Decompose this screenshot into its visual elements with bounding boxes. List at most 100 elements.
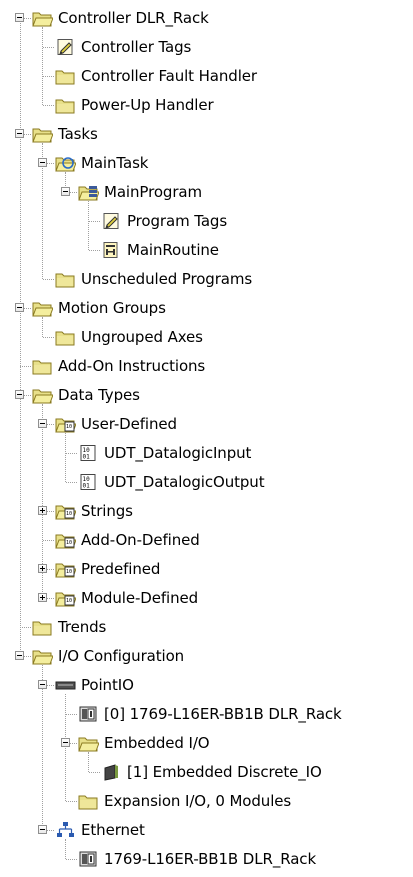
- svg-text:01: 01: [83, 453, 91, 460]
- expand-toggle[interactable]: [38, 564, 47, 573]
- tree-connector-line: [89, 771, 100, 773]
- tree-node[interactable]: Controller DLR_Rack: [32, 3, 209, 32]
- collapse-toggle[interactable]: [38, 419, 47, 428]
- tree-connector-line: [66, 858, 77, 860]
- tree-node-label: Expansion I/O, 0 Modules: [104, 791, 292, 810]
- collapse-toggle[interactable]: [15, 390, 24, 399]
- tree-connector-line: [65, 432, 66, 482]
- tree-node[interactable]: 10 Module-Defined: [55, 583, 198, 612]
- tree-node[interactable]: Ethernet: [55, 815, 145, 844]
- collapse-toggle[interactable]: [61, 187, 70, 196]
- tree-node[interactable]: 1769-L16ER-BB1B DLR_Rack: [78, 844, 316, 873]
- tree-node[interactable]: Expansion I/O, 0 Modules: [78, 786, 291, 815]
- tree-node[interactable]: 10 01 UDT_DatalogicInput: [78, 438, 251, 467]
- routine-icon: [101, 241, 122, 259]
- tree-node-label: I/O Configuration: [58, 646, 185, 665]
- tree-connector-line: [42, 664, 43, 830]
- tree-node[interactable]: [1] Embedded Discrete_IO: [101, 757, 322, 786]
- datatype-folder-icon: 10: [55, 589, 76, 607]
- tree-node[interactable]: Motion Groups: [32, 293, 166, 322]
- tree-node[interactable]: Add-On Instructions: [32, 351, 205, 380]
- folder-icon: [32, 357, 53, 375]
- tree-node[interactable]: Unscheduled Programs: [55, 264, 252, 293]
- tree-node[interactable]: I/O Configuration: [32, 641, 184, 670]
- tree-node-label: User-Defined: [81, 414, 177, 433]
- collapse-toggle[interactable]: [15, 303, 24, 312]
- tree-node-label: Add-On Instructions: [58, 356, 206, 375]
- tree-node-label: MainRoutine: [127, 240, 219, 259]
- tree-node[interactable]: Controller Fault Handler: [55, 61, 257, 90]
- tree-node[interactable]: 10 Add-On-Defined: [55, 525, 200, 554]
- tree-node[interactable]: 10 Strings: [55, 496, 133, 525]
- tree-node[interactable]: Program Tags: [101, 206, 227, 235]
- tree-node[interactable]: MainTask: [55, 148, 148, 177]
- tree-node[interactable]: 10 Predefined: [55, 554, 160, 583]
- folder-icon: [55, 270, 76, 288]
- tree-node[interactable]: Controller Tags: [55, 32, 191, 61]
- tree-node-label: Tasks: [58, 124, 98, 143]
- collapse-toggle[interactable]: [38, 680, 47, 689]
- svg-text:10: 10: [66, 540, 72, 546]
- tree-node-label: Program Tags: [127, 211, 228, 230]
- expand-toggle[interactable]: [38, 593, 47, 602]
- backplane-icon: [55, 676, 76, 694]
- tree-node[interactable]: MainProgram: [78, 177, 202, 206]
- tree-node[interactable]: Ungrouped Axes: [55, 322, 203, 351]
- tree-node[interactable]: Trends: [32, 612, 106, 641]
- tree-node-label: Strings: [81, 501, 133, 520]
- ethernet-icon: [55, 821, 76, 839]
- tree-connector-line: [43, 75, 54, 77]
- datatype-folder-icon: 10: [55, 502, 76, 520]
- folder-icon: [78, 792, 99, 810]
- folder-icon: [55, 96, 76, 114]
- collapse-toggle[interactable]: [61, 738, 70, 747]
- tree-connector-line: [89, 220, 100, 222]
- tree-node[interactable]: 10 User-Defined: [55, 409, 177, 438]
- tags-icon: [101, 212, 122, 230]
- tree-node[interactable]: Embedded I/O: [78, 728, 210, 757]
- tree-node[interactable]: MainRoutine: [101, 235, 219, 264]
- collapse-toggle[interactable]: [38, 158, 47, 167]
- tree-node[interactable]: PointIO: [55, 670, 134, 699]
- tree-connector-line: [66, 800, 77, 802]
- svg-text:10: 10: [66, 598, 72, 604]
- tree-connector-line: [65, 693, 66, 801]
- controller-organizer-tree: Controller DLR_Rack Controller Tags Contro…: [0, 0, 413, 877]
- collapse-toggle[interactable]: [38, 825, 47, 834]
- collapse-toggle[interactable]: [15, 13, 24, 22]
- tree-node[interactable]: 10 01 UDT_DatalogicOutput: [78, 467, 265, 496]
- folder-open-icon: [32, 647, 53, 665]
- datatype-folder-icon: 10: [55, 415, 76, 433]
- datatype-folder-icon: 10: [55, 531, 76, 549]
- tree-node-label: Motion Groups: [58, 298, 166, 317]
- collapse-toggle[interactable]: [15, 129, 24, 138]
- tree-node[interactable]: Data Types: [32, 380, 140, 409]
- tree-node[interactable]: [0] 1769-L16ER-BB1B DLR_Rack: [78, 699, 342, 728]
- tree-node-label: Controller Tags: [81, 37, 192, 56]
- tree-connector-line: [66, 481, 77, 483]
- tree-connector-line: [43, 104, 54, 106]
- tree-connector-line: [43, 539, 54, 541]
- tree-connector-line: [20, 17, 21, 656]
- tree-connector-line: [42, 26, 43, 105]
- tree-node-label: Ungrouped Axes: [81, 327, 203, 346]
- tree-node-label: Predefined: [81, 559, 161, 578]
- discrete-io-icon: [101, 763, 122, 781]
- tree-node-label: Power-Up Handler: [81, 95, 214, 114]
- expand-toggle[interactable]: [38, 506, 47, 515]
- folder-open-icon: [32, 125, 53, 143]
- tree-node-label: [0] 1769-L16ER-BB1B DLR_Rack: [104, 704, 342, 723]
- tree-connector-line: [66, 713, 77, 715]
- tree-node[interactable]: Tasks: [32, 119, 98, 148]
- tree-connector-line: [66, 452, 77, 454]
- collapse-toggle[interactable]: [15, 651, 24, 660]
- tree-node-label: MainProgram: [104, 182, 202, 201]
- tree-node-label: Controller Fault Handler: [81, 66, 257, 85]
- tree-node-label: Add-On-Defined: [81, 530, 200, 549]
- program-icon: [78, 183, 99, 201]
- tree-node-label: 1769-L16ER-BB1B DLR_Rack: [104, 849, 317, 868]
- tree-node-label: PointIO: [81, 675, 134, 694]
- tree-node-label: Trends: [58, 617, 107, 636]
- tree-node[interactable]: Power-Up Handler: [55, 90, 214, 119]
- tree-node-label: Unscheduled Programs: [81, 269, 253, 288]
